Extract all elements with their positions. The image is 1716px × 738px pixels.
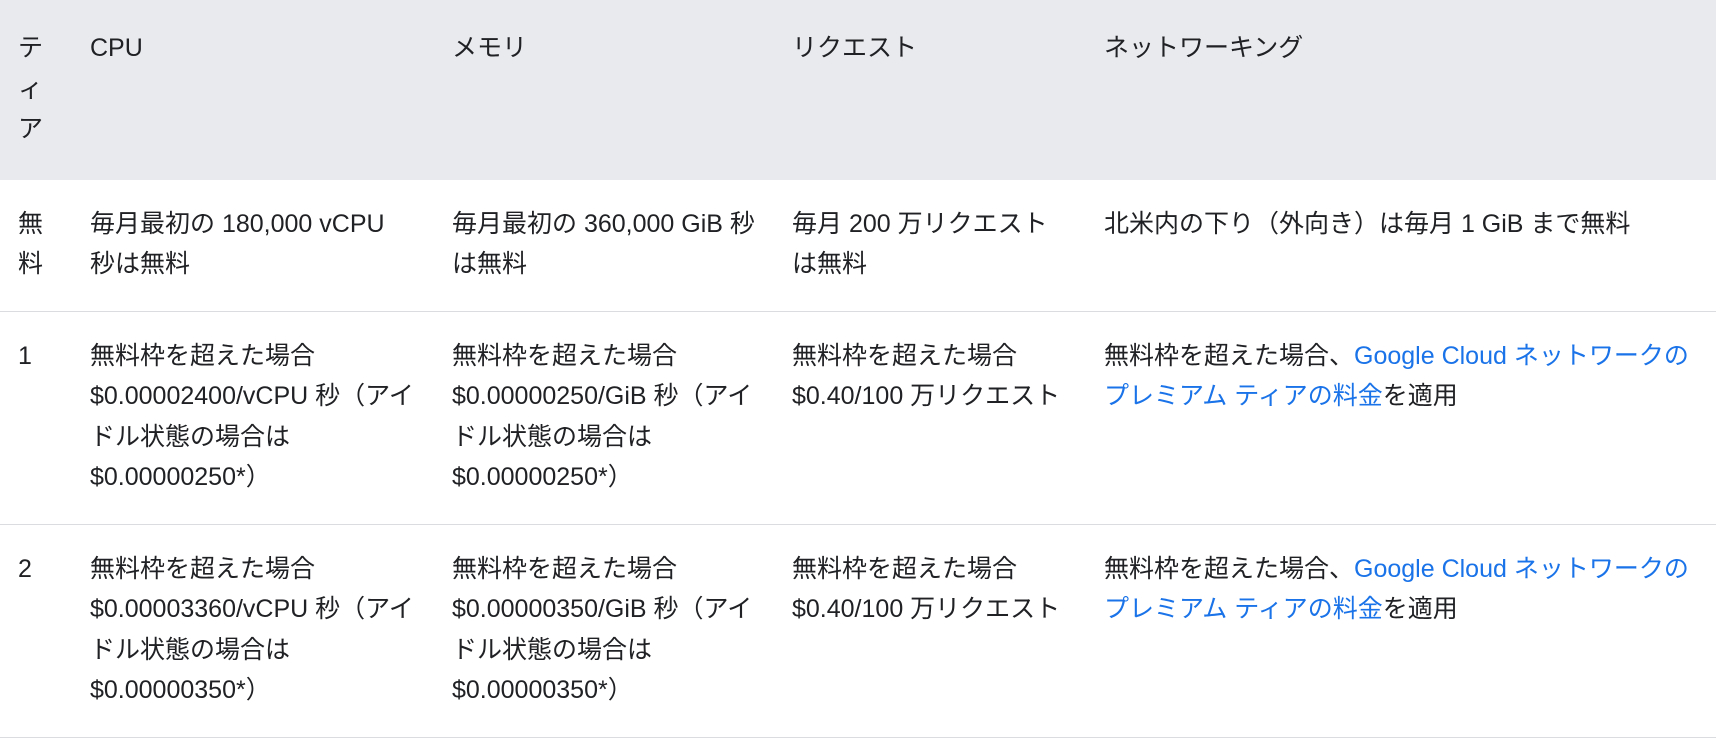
table-row: 無料 毎月最初の 180,000 vCPU 秒は無料 毎月最初の 360,000…: [0, 179, 1716, 311]
column-header-requests: リクエスト: [774, 0, 1086, 180]
requests-value: 無料枠を超えた場合 $0.40/100 万リクエスト: [792, 341, 1061, 411]
cell-cpu: 無料枠を超えた場合 $0.00002400/vCPU 秒（アイドル状態の場合は …: [72, 310, 434, 524]
cell-requests: 無料枠を超えた場合 $0.40/100 万リクエスト: [774, 310, 1086, 524]
cell-networking: 北米内の下り（外向き）は毎月 1 GiB まで無料: [1086, 179, 1716, 311]
column-header-cpu: CPU: [72, 0, 434, 180]
memory-value: 毎月最初の 360,000 GiB 秒は無料: [452, 209, 755, 279]
column-header-networking-label: ネットワーキング: [1104, 34, 1304, 62]
pricing-table: ティア CPU メモリ リクエスト ネットワーキング 無料 毎月最初の 180,…: [0, 0, 1716, 738]
cell-cpu: 毎月最初の 180,000 vCPU 秒は無料: [72, 179, 434, 311]
cpu-value: 無料枠を超えた場合 $0.00003360/vCPU 秒（アイドル状態の場合は …: [90, 554, 414, 705]
column-header-tier: ティア: [0, 0, 72, 180]
cell-networking: 無料枠を超えた場合、Google Cloud ネットワークのプレミアム ティアの…: [1086, 523, 1716, 738]
cell-requests: 毎月 200 万リクエストは無料: [774, 179, 1086, 311]
column-header-networking: ネットワーキング: [1086, 0, 1716, 180]
memory-value: 無料枠を超えた場合 $0.00000250/GiB 秒（アイドル状態の場合は $…: [452, 341, 753, 492]
column-header-requests-label: リクエスト: [792, 34, 918, 62]
cell-memory: 毎月最初の 360,000 GiB 秒は無料: [434, 179, 774, 311]
tier-value: 無料: [18, 209, 44, 279]
cell-tier: 1: [0, 310, 72, 524]
cell-networking: 無料枠を超えた場合、Google Cloud ネットワークのプレミアム ティアの…: [1086, 310, 1716, 524]
table-row: 2 無料枠を超えた場合 $0.00003360/vCPU 秒（アイドル状態の場合…: [0, 523, 1716, 738]
tier-value: 2: [18, 554, 32, 583]
networking-suffix: を適用: [1382, 382, 1458, 410]
cpu-value: 毎月最初の 180,000 vCPU 秒は無料: [90, 209, 392, 279]
tier-value: 1: [18, 341, 32, 370]
table-header-row: ティア CPU メモリ リクエスト ネットワーキング: [0, 0, 1716, 180]
cpu-value: 無料枠を超えた場合 $0.00002400/vCPU 秒（アイドル状態の場合は …: [90, 341, 414, 492]
table-body: 無料 毎月最初の 180,000 vCPU 秒は無料 毎月最初の 360,000…: [0, 179, 1716, 738]
requests-value: 無料枠を超えた場合 $0.40/100 万リクエスト: [792, 554, 1061, 624]
cell-tier: 無料: [0, 179, 72, 311]
column-header-tier-label: ティア: [18, 34, 44, 143]
table-header: ティア CPU メモリ リクエスト ネットワーキング: [0, 0, 1716, 180]
column-header-cpu-label: CPU: [90, 34, 143, 62]
column-header-memory-label: メモリ: [452, 34, 528, 62]
networking-prefix: 北米内の下り（外向き）は毎月 1 GiB まで無料: [1104, 209, 1631, 238]
networking-prefix: 無料枠を超えた場合、: [1104, 341, 1355, 370]
column-header-memory: メモリ: [434, 0, 774, 180]
cell-memory: 無料枠を超えた場合 $0.00000250/GiB 秒（アイドル状態の場合は $…: [434, 310, 774, 524]
table-row: 1 無料枠を超えた場合 $0.00002400/vCPU 秒（アイドル状態の場合…: [0, 310, 1716, 524]
networking-suffix: を適用: [1382, 595, 1458, 623]
cell-tier: 2: [0, 523, 72, 738]
cell-memory: 無料枠を超えた場合 $0.00000350/GiB 秒（アイドル状態の場合は $…: [434, 523, 774, 738]
cell-requests: 無料枠を超えた場合 $0.40/100 万リクエスト: [774, 523, 1086, 738]
pricing-table-container: ティア CPU メモリ リクエスト ネットワーキング 無料 毎月最初の 180,…: [0, 0, 1716, 738]
memory-value: 無料枠を超えた場合 $0.00000350/GiB 秒（アイドル状態の場合は $…: [452, 554, 753, 705]
requests-value: 毎月 200 万リクエストは無料: [792, 209, 1048, 279]
networking-prefix: 無料枠を超えた場合、: [1104, 554, 1355, 583]
cell-cpu: 無料枠を超えた場合 $0.00003360/vCPU 秒（アイドル状態の場合は …: [72, 523, 434, 738]
